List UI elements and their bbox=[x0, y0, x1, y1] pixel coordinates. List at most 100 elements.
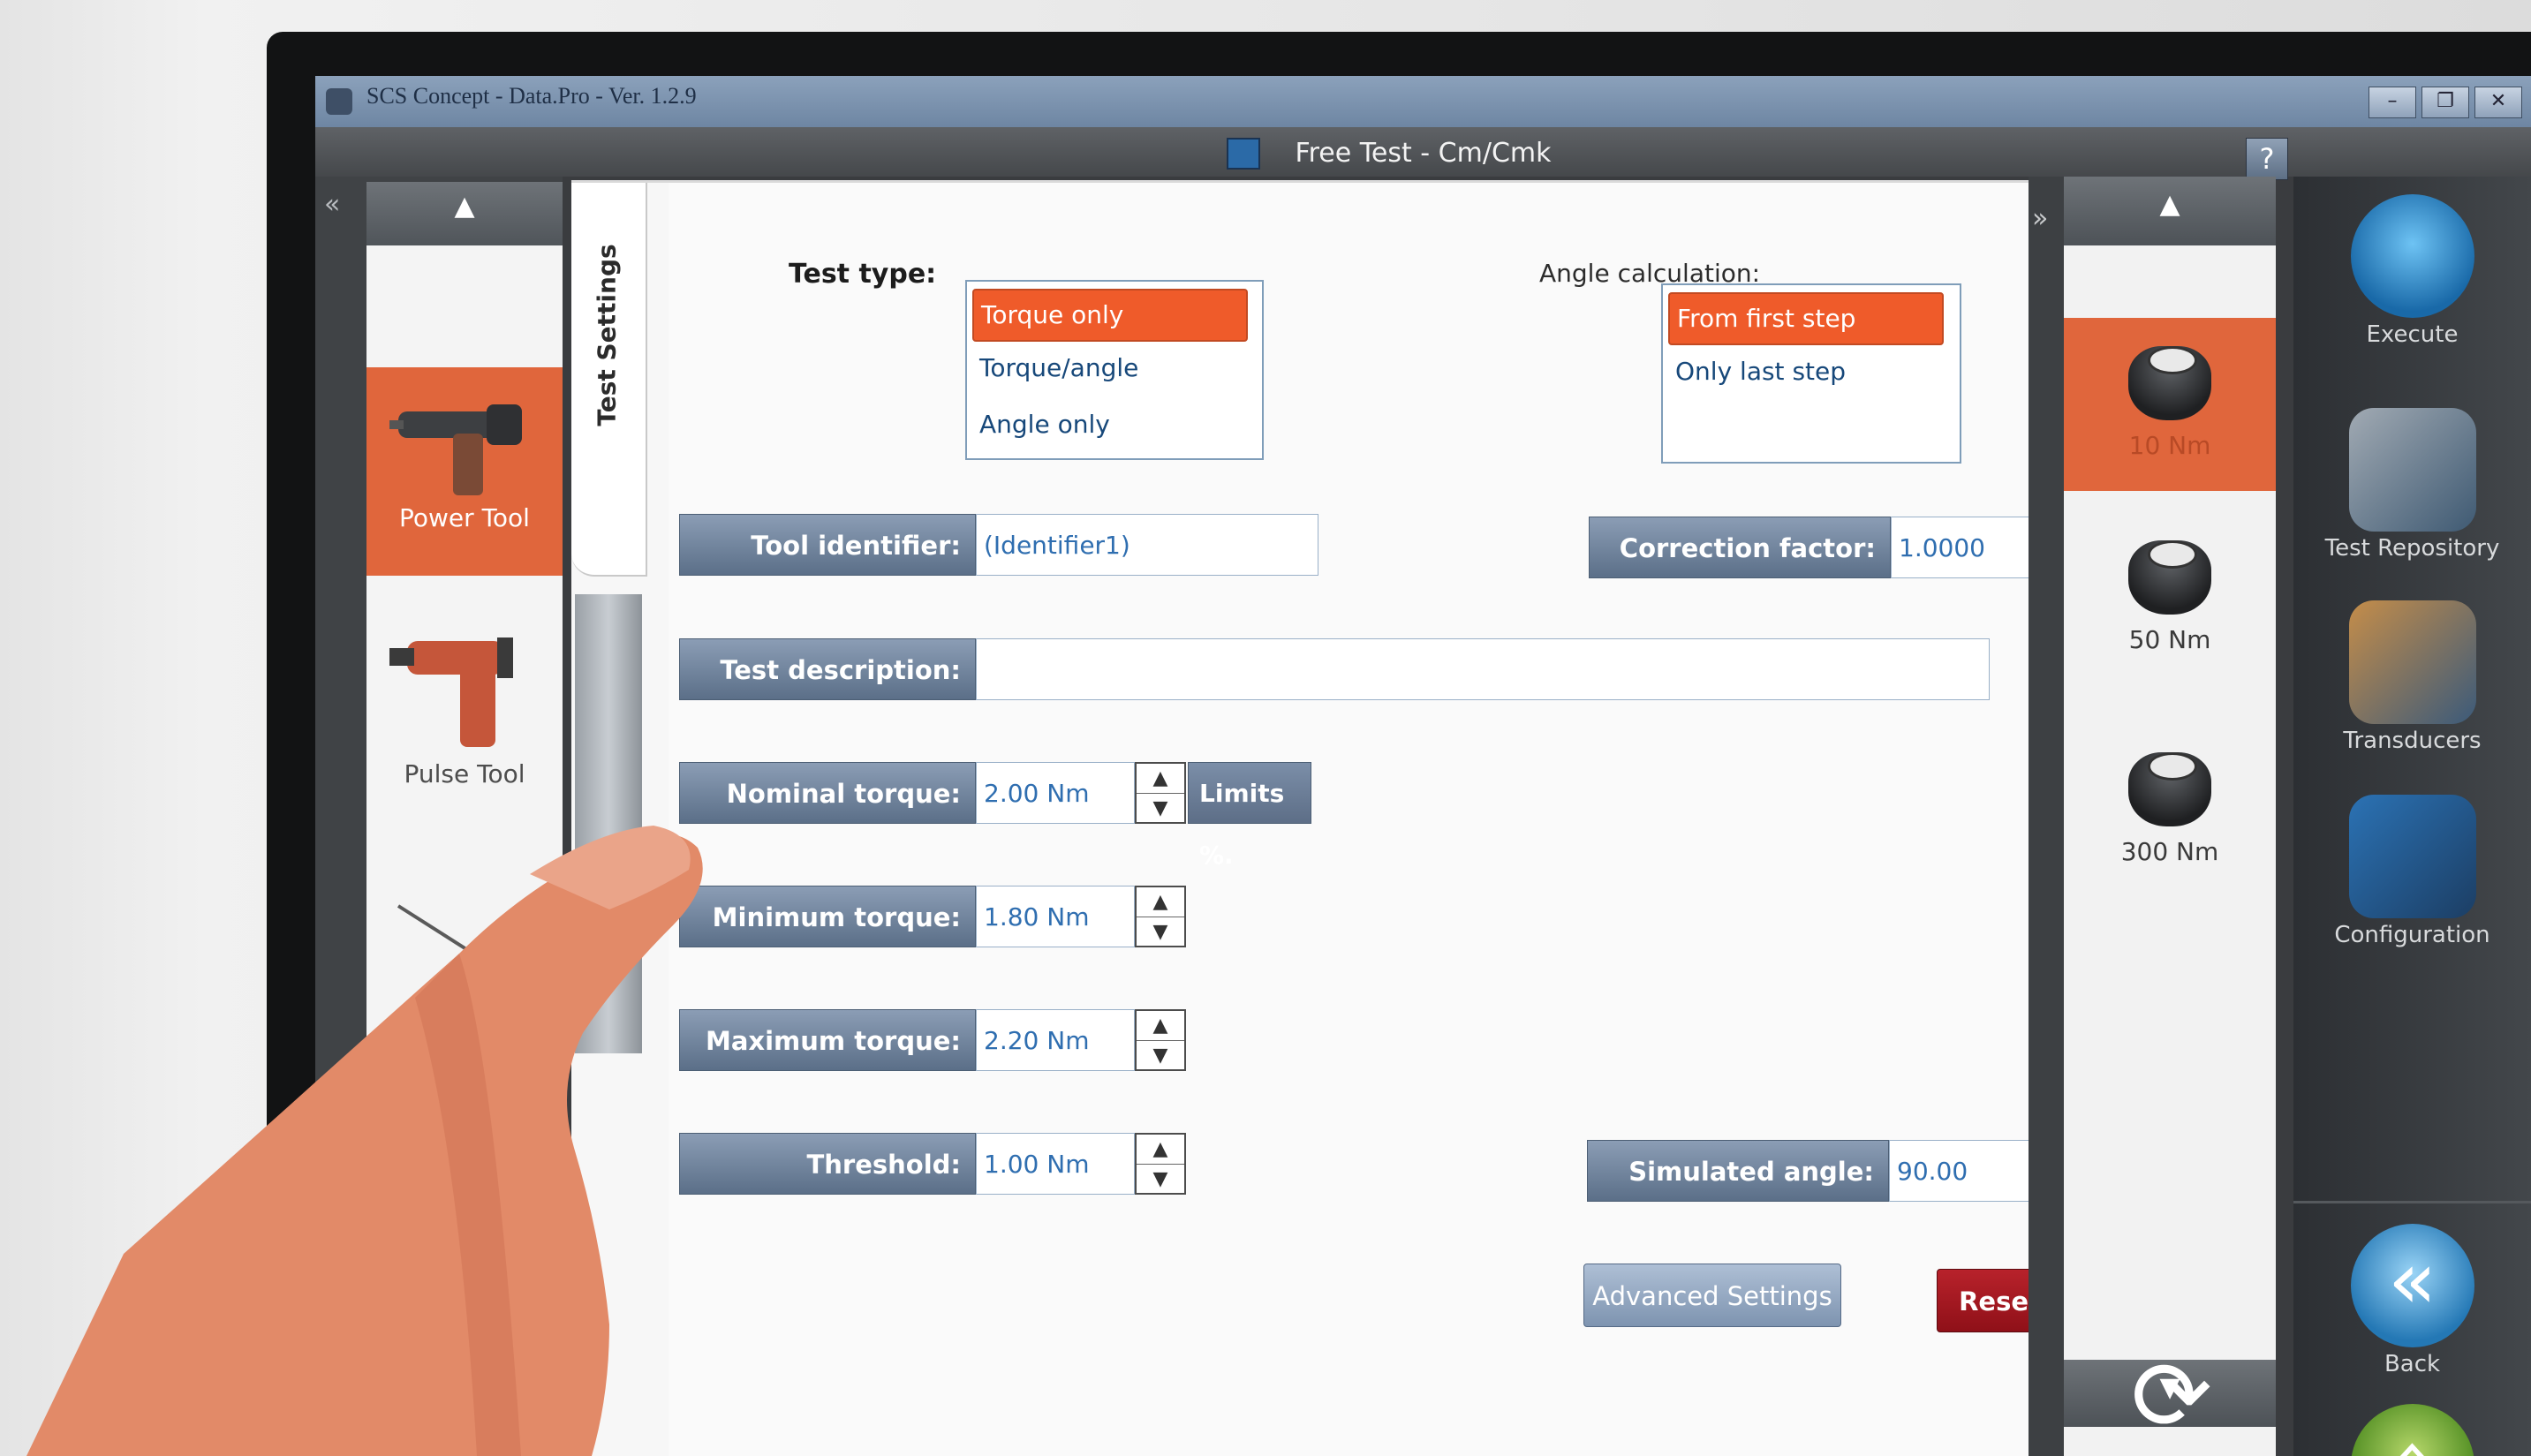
tab-test-settings[interactable]: Test Settings bbox=[571, 183, 647, 577]
transducer-item-300nm[interactable]: 300 Nm bbox=[2064, 742, 2276, 901]
angle-calculation-list[interactable]: From first step Only last step bbox=[1661, 283, 1961, 464]
configuration-icon bbox=[2348, 795, 2476, 918]
minimum-torque-field[interactable]: 1.80 Nm bbox=[976, 886, 1135, 947]
action-bar: Execute Test Repository Transducers Conf… bbox=[2293, 177, 2531, 1456]
test-settings-content: Test Settings Test type: Torque only Tor… bbox=[571, 180, 2239, 1456]
tool-type-panel: ▲ Power Tool Pulse Tool ...vire... bbox=[366, 182, 563, 1456]
tool-identifier-field[interactable]: (Identifier1) bbox=[976, 514, 1318, 576]
threshold-stepper[interactable]: ▲ ▼ bbox=[1135, 1133, 1186, 1195]
transducers-button[interactable]: Transducers bbox=[2293, 600, 2531, 754]
option-angle-only[interactable]: Angle only bbox=[972, 400, 1244, 449]
transducer-label: 300 Nm bbox=[2120, 837, 2219, 866]
tool-item-pulse-tool[interactable]: Pulse Tool bbox=[366, 623, 563, 818]
chevron-up-icon: ▲ bbox=[454, 191, 475, 222]
right-splitter bbox=[2029, 177, 2064, 1456]
correction-factor-label: Correction factor: bbox=[1589, 517, 1891, 578]
advanced-settings-button[interactable]: Advanced Settings bbox=[1583, 1264, 1841, 1327]
execute-icon bbox=[2350, 194, 2474, 318]
execute-button[interactable]: Execute bbox=[2293, 194, 2531, 348]
test-description-label: Test description: bbox=[679, 638, 976, 700]
chevron-up-icon: ▲ bbox=[2159, 189, 2180, 220]
tool-item-power-tool[interactable]: Power Tool bbox=[366, 367, 563, 576]
action-label: Back bbox=[2384, 1351, 2441, 1377]
back-button[interactable]: « Back bbox=[2293, 1224, 2531, 1377]
maximum-torque-stepper[interactable]: ▲ ▼ bbox=[1135, 1009, 1186, 1071]
nominal-torque-stepper[interactable]: ▲ ▼ bbox=[1135, 762, 1186, 824]
screwdriver-icon bbox=[397, 904, 524, 986]
nominal-torque-field[interactable]: 2.00 Nm bbox=[976, 762, 1135, 824]
option-torque-angle[interactable]: Torque/angle bbox=[972, 343, 1244, 393]
option-torque-only[interactable]: Torque only bbox=[972, 289, 1248, 342]
test-description-field[interactable] bbox=[976, 638, 1990, 700]
collapse-left-icon[interactable]: « bbox=[324, 189, 340, 220]
app-screen: SCS Concept - Data.Pro - Ver. 1.2.9 – ❐ … bbox=[315, 76, 2531, 1456]
page-header: Free Test - Cm/Cmk bbox=[315, 127, 2531, 177]
threshold-label: Threshold: bbox=[679, 1133, 976, 1195]
tool-item-screwdriver[interactable] bbox=[366, 888, 563, 1065]
transducer-icon bbox=[2121, 742, 2218, 830]
stepper-down-icon[interactable]: ▼ bbox=[1137, 1041, 1184, 1070]
limits-percent-button[interactable]: Limits %. bbox=[1188, 762, 1311, 870]
maximum-torque-label: Maximum torque: bbox=[679, 1009, 976, 1071]
transducer-icon bbox=[2121, 336, 2218, 424]
configuration-button[interactable]: Configuration bbox=[2293, 795, 2531, 948]
tool-item-wire[interactable]: ...vire... bbox=[366, 1294, 563, 1347]
expand-right-icon[interactable]: » bbox=[2032, 203, 2048, 234]
transducer-item-10nm[interactable]: 10 Nm bbox=[2064, 318, 2276, 491]
power-tool-icon bbox=[389, 404, 522, 495]
transducer-icon bbox=[2121, 530, 2218, 618]
correction-factor-field[interactable]: 1.0000 bbox=[1891, 517, 2050, 578]
simulated-angle-label: Simulated angle: bbox=[1587, 1140, 1889, 1202]
minimum-torque-stepper[interactable]: ▲ ▼ bbox=[1135, 886, 1186, 947]
tab-secondary[interactable] bbox=[575, 594, 642, 1053]
transducer-scroll-up-button[interactable]: ▲ bbox=[2064, 177, 2276, 245]
transducer-panel: ▲ 10 Nm 50 Nm 300 Nm ▼ bbox=[2064, 177, 2276, 1456]
action-label: Transducers bbox=[2343, 728, 2482, 754]
option-only-last-step[interactable]: Only last step bbox=[1668, 347, 1940, 396]
action-label: Test Repository bbox=[2324, 535, 2500, 562]
maximum-torque-field[interactable]: 2.20 Nm bbox=[976, 1009, 1135, 1071]
action-label: Configuration bbox=[2334, 922, 2490, 948]
action-separator bbox=[2293, 1201, 2531, 1203]
minimize-button[interactable]: – bbox=[2369, 87, 2416, 118]
threshold-field[interactable]: 1.00 Nm bbox=[976, 1133, 1135, 1195]
transducer-icon bbox=[2348, 600, 2476, 724]
window-controls: – ❐ ✕ bbox=[2369, 87, 2522, 118]
home-icon: ⌂ bbox=[2350, 1404, 2474, 1456]
help-button[interactable]: ? bbox=[2246, 138, 2288, 180]
stepper-down-icon[interactable]: ▼ bbox=[1137, 917, 1184, 947]
settings-form: Test type: Torque only Torque/angle Angl… bbox=[669, 183, 2239, 1456]
maximize-button[interactable]: ❐ bbox=[2421, 87, 2469, 118]
simulated-angle-field[interactable]: 90.00 bbox=[1889, 1140, 2050, 1202]
stepper-down-icon[interactable]: ▼ bbox=[1137, 1165, 1184, 1194]
stepper-up-icon[interactable]: ▲ bbox=[1137, 764, 1184, 794]
close-button[interactable]: ✕ bbox=[2474, 87, 2522, 118]
tool-label: Power Tool bbox=[399, 503, 530, 532]
page-title: Free Test - Cm/Cmk bbox=[1295, 138, 1552, 169]
test-repository-button[interactable]: Test Repository bbox=[2293, 408, 2531, 562]
back-icon: « bbox=[2350, 1224, 2474, 1347]
window-title: SCS Concept - Data.Pro - Ver. 1.2.9 bbox=[366, 83, 697, 109]
test-type-label: Test type: bbox=[789, 259, 937, 290]
repository-icon bbox=[2348, 408, 2476, 532]
app-logo-icon bbox=[326, 88, 352, 115]
test-type-list[interactable]: Torque only Torque/angle Angle only bbox=[965, 280, 1264, 460]
tool-scroll-up-button[interactable]: ▲ bbox=[366, 182, 563, 245]
refresh-icon[interactable]: ⟳ bbox=[2110, 1347, 2233, 1456]
minimum-torque-label: Minimum torque: bbox=[679, 886, 976, 947]
stepper-up-icon[interactable]: ▲ bbox=[1137, 887, 1184, 917]
option-from-first-step[interactable]: From first step bbox=[1668, 292, 1944, 345]
window-titlebar: SCS Concept - Data.Pro - Ver. 1.2.9 – ❐ … bbox=[315, 76, 2531, 127]
tool-label: ...vire... bbox=[418, 1294, 511, 1324]
pulse-tool-icon bbox=[389, 637, 513, 747]
stepper-down-icon[interactable]: ▼ bbox=[1137, 794, 1184, 823]
transducer-item-50nm[interactable]: 50 Nm bbox=[2064, 530, 2276, 689]
tab-label: Test Settings bbox=[592, 244, 622, 426]
action-label: Execute bbox=[2366, 321, 2459, 348]
home-button[interactable]: ⌂ bbox=[2293, 1404, 2531, 1456]
stepper-up-icon[interactable]: ▲ bbox=[1137, 1135, 1184, 1165]
transducer-label: 50 Nm bbox=[2128, 625, 2211, 654]
nominal-torque-label: Nominal torque: bbox=[679, 762, 976, 824]
stepper-up-icon[interactable]: ▲ bbox=[1137, 1011, 1184, 1041]
transducer-label: 10 Nm bbox=[2128, 431, 2211, 460]
